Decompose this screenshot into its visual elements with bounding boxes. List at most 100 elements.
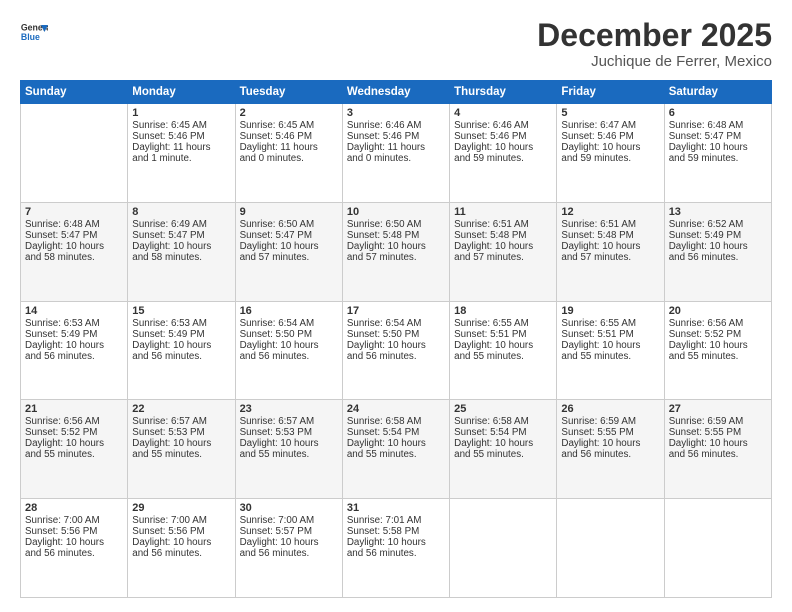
day-info: and 59 minutes.	[669, 153, 767, 164]
calendar-table: SundayMondayTuesdayWednesdayThursdayFrid…	[20, 80, 772, 598]
calendar-cell: 13Sunrise: 6:52 AMSunset: 5:49 PMDayligh…	[664, 202, 771, 301]
day-number: 3	[347, 107, 445, 119]
day-number: 17	[347, 305, 445, 317]
day-number: 26	[561, 403, 659, 415]
day-info: Sunset: 5:52 PM	[669, 329, 767, 340]
day-info: Daylight: 10 hours	[561, 438, 659, 449]
calendar-row-0: 1Sunrise: 6:45 AMSunset: 5:46 PMDaylight…	[21, 104, 772, 203]
calendar-cell	[450, 499, 557, 598]
day-info: and 55 minutes.	[561, 351, 659, 362]
logo-icon: General Blue	[20, 18, 48, 46]
title-block: December 2025 Juchique de Ferrer, Mexico	[537, 18, 772, 70]
day-info: Sunrise: 6:50 AM	[347, 219, 445, 230]
day-info: Sunrise: 6:46 AM	[347, 120, 445, 131]
calendar-cell: 31Sunrise: 7:01 AMSunset: 5:58 PMDayligh…	[342, 499, 449, 598]
day-info: and 58 minutes.	[25, 252, 123, 263]
day-info: Sunset: 5:46 PM	[561, 131, 659, 142]
day-info: and 57 minutes.	[347, 252, 445, 263]
day-info: Daylight: 10 hours	[454, 241, 552, 252]
day-info: and 56 minutes.	[669, 449, 767, 460]
day-info: Sunset: 5:49 PM	[669, 230, 767, 241]
day-info: Daylight: 10 hours	[132, 438, 230, 449]
calendar-cell: 3Sunrise: 6:46 AMSunset: 5:46 PMDaylight…	[342, 104, 449, 203]
day-number: 28	[25, 502, 123, 514]
day-info: Sunset: 5:49 PM	[25, 329, 123, 340]
day-info: Daylight: 10 hours	[561, 241, 659, 252]
calendar-cell	[557, 499, 664, 598]
day-info: and 56 minutes.	[561, 449, 659, 460]
day-info: and 55 minutes.	[454, 449, 552, 460]
day-number: 18	[454, 305, 552, 317]
subtitle: Juchique de Ferrer, Mexico	[537, 53, 772, 70]
day-info: Daylight: 10 hours	[669, 340, 767, 351]
day-info: Daylight: 11 hours	[132, 142, 230, 153]
day-info: Sunrise: 6:59 AM	[669, 416, 767, 427]
day-info: Sunrise: 6:50 AM	[240, 219, 338, 230]
calendar-cell: 5Sunrise: 6:47 AMSunset: 5:46 PMDaylight…	[557, 104, 664, 203]
day-info: Daylight: 10 hours	[132, 241, 230, 252]
day-info: and 57 minutes.	[240, 252, 338, 263]
day-info: Sunrise: 6:55 AM	[561, 318, 659, 329]
day-info: and 56 minutes.	[347, 548, 445, 559]
calendar-cell: 4Sunrise: 6:46 AMSunset: 5:46 PMDaylight…	[450, 104, 557, 203]
calendar-cell: 22Sunrise: 6:57 AMSunset: 5:53 PMDayligh…	[128, 400, 235, 499]
day-info: Sunset: 5:53 PM	[132, 427, 230, 438]
logo: General Blue	[20, 18, 48, 46]
day-info: Daylight: 10 hours	[347, 537, 445, 548]
calendar-row-3: 21Sunrise: 6:56 AMSunset: 5:52 PMDayligh…	[21, 400, 772, 499]
day-info: Daylight: 10 hours	[25, 537, 123, 548]
day-info: and 56 minutes.	[132, 548, 230, 559]
day-number: 9	[240, 206, 338, 218]
day-info: Sunset: 5:58 PM	[347, 526, 445, 537]
day-info: Sunrise: 6:49 AM	[132, 219, 230, 230]
calendar-cell: 19Sunrise: 6:55 AMSunset: 5:51 PMDayligh…	[557, 301, 664, 400]
day-info: Daylight: 10 hours	[454, 142, 552, 153]
day-info: and 55 minutes.	[454, 351, 552, 362]
calendar-row-1: 7Sunrise: 6:48 AMSunset: 5:47 PMDaylight…	[21, 202, 772, 301]
calendar-header-row: SundayMondayTuesdayWednesdayThursdayFrid…	[21, 81, 772, 104]
day-info: Sunset: 5:53 PM	[240, 427, 338, 438]
day-number: 16	[240, 305, 338, 317]
day-info: and 55 minutes.	[240, 449, 338, 460]
day-info: Sunrise: 6:56 AM	[25, 416, 123, 427]
day-info: Sunset: 5:56 PM	[25, 526, 123, 537]
header: General Blue December 2025 Juchique de F…	[20, 18, 772, 70]
calendar-cell: 7Sunrise: 6:48 AMSunset: 5:47 PMDaylight…	[21, 202, 128, 301]
day-info: Sunrise: 6:51 AM	[454, 219, 552, 230]
page: General Blue December 2025 Juchique de F…	[0, 0, 792, 612]
day-info: Sunrise: 7:00 AM	[25, 515, 123, 526]
day-info: and 1 minute.	[132, 153, 230, 164]
weekday-header-monday: Monday	[128, 81, 235, 104]
weekday-header-wednesday: Wednesday	[342, 81, 449, 104]
day-info: and 58 minutes.	[132, 252, 230, 263]
day-number: 23	[240, 403, 338, 415]
calendar-cell: 9Sunrise: 6:50 AMSunset: 5:47 PMDaylight…	[235, 202, 342, 301]
calendar-cell: 12Sunrise: 6:51 AMSunset: 5:48 PMDayligh…	[557, 202, 664, 301]
calendar-cell: 6Sunrise: 6:48 AMSunset: 5:47 PMDaylight…	[664, 104, 771, 203]
day-number: 8	[132, 206, 230, 218]
day-info: Sunset: 5:47 PM	[240, 230, 338, 241]
calendar-cell: 23Sunrise: 6:57 AMSunset: 5:53 PMDayligh…	[235, 400, 342, 499]
day-info: Sunset: 5:48 PM	[454, 230, 552, 241]
day-info: Sunset: 5:47 PM	[25, 230, 123, 241]
day-info: Sunrise: 7:01 AM	[347, 515, 445, 526]
weekday-header-saturday: Saturday	[664, 81, 771, 104]
day-number: 10	[347, 206, 445, 218]
day-info: Daylight: 10 hours	[240, 241, 338, 252]
day-info: Daylight: 10 hours	[240, 438, 338, 449]
calendar-cell: 18Sunrise: 6:55 AMSunset: 5:51 PMDayligh…	[450, 301, 557, 400]
day-number: 6	[669, 107, 767, 119]
day-info: Daylight: 10 hours	[240, 537, 338, 548]
calendar-cell: 1Sunrise: 6:45 AMSunset: 5:46 PMDaylight…	[128, 104, 235, 203]
day-info: Sunset: 5:50 PM	[240, 329, 338, 340]
day-info: Sunset: 5:47 PM	[132, 230, 230, 241]
day-info: and 56 minutes.	[240, 548, 338, 559]
day-info: Sunset: 5:54 PM	[454, 427, 552, 438]
day-info: Sunrise: 6:56 AM	[669, 318, 767, 329]
day-info: Sunrise: 6:55 AM	[454, 318, 552, 329]
day-number: 12	[561, 206, 659, 218]
day-info: Sunset: 5:48 PM	[347, 230, 445, 241]
calendar-row-2: 14Sunrise: 6:53 AMSunset: 5:49 PMDayligh…	[21, 301, 772, 400]
calendar-cell: 26Sunrise: 6:59 AMSunset: 5:55 PMDayligh…	[557, 400, 664, 499]
calendar-cell: 16Sunrise: 6:54 AMSunset: 5:50 PMDayligh…	[235, 301, 342, 400]
